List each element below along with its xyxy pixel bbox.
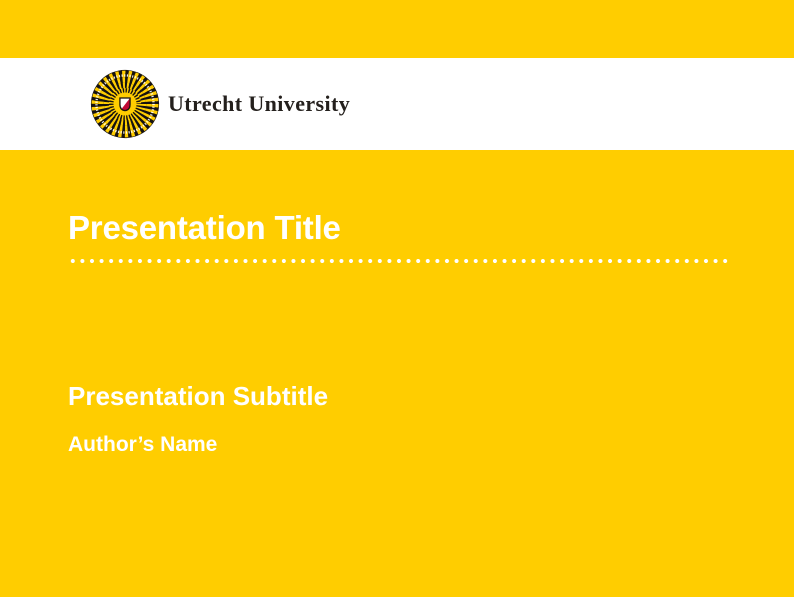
header-band: Utrecht University [0, 58, 794, 150]
university-wordmark: Utrecht University [168, 91, 350, 117]
utrecht-university-sun-seal-icon [90, 69, 160, 139]
top-accent-band [0, 0, 794, 58]
presentation-title: Presentation Title [68, 211, 341, 244]
dotted-divider [68, 258, 729, 264]
presentation-subtitle: Presentation Subtitle [68, 383, 328, 409]
title-slide: Utrecht University Presentation Title Pr… [0, 0, 794, 597]
author-name: Author’s Name [68, 434, 217, 455]
